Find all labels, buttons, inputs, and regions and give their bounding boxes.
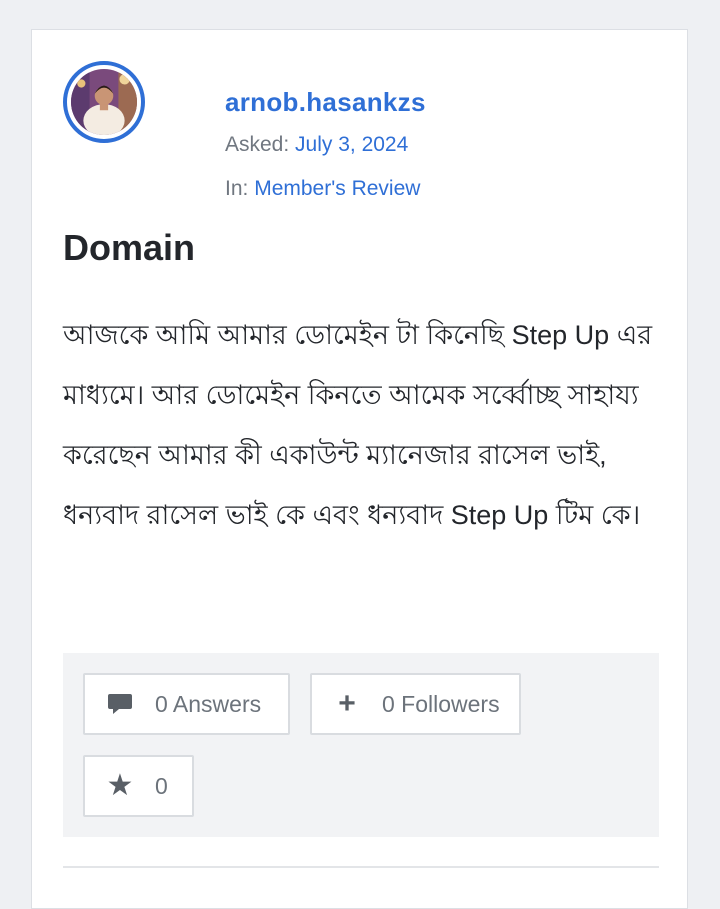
category-row: In: Member's Review [225,176,420,202]
section-divider [63,866,659,868]
answers-button[interactable]: 0 Answers [83,673,290,735]
question-title[interactable]: Domain [63,226,195,270]
author-name-link[interactable]: arnob.hasankzs [225,86,426,118]
follow-button[interactable]: + 0 Followers [310,673,521,735]
avatar-photo [71,69,137,135]
favorites-count: 0 [155,772,168,799]
question-card: arnob.hasankzs Asked: July 3, 2024 In: M… [31,29,688,909]
star-icon: ★ [106,769,134,802]
category-label: In: [225,177,249,200]
author-avatar[interactable] [63,61,145,143]
asked-label: Asked: [225,133,290,156]
question-stats-bar: 0 Answers + 0 Followers ★ 0 [63,653,659,837]
category-link[interactable]: Member's Review [254,177,420,200]
answers-count: 0 Answers [155,690,262,717]
comment-icon [105,692,135,716]
plus-icon: + [338,687,356,720]
asked-date-link[interactable]: July 3, 2024 [295,133,408,156]
question-body: আজকে আমি আমার ডোমেইন টা কিনেছি Step Up এ… [63,320,653,530]
favorite-button[interactable]: ★ 0 [83,755,194,817]
asked-date-row: Asked: July 3, 2024 [225,132,408,158]
followers-count: 0 Followers [382,690,500,717]
